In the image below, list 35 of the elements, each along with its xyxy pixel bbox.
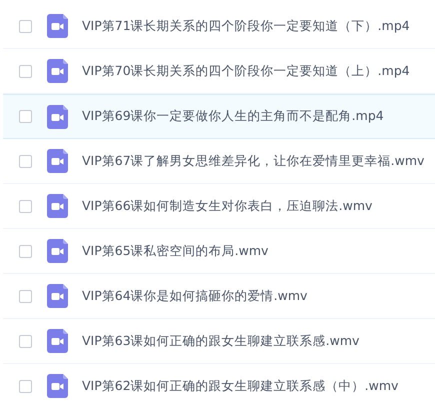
video-file-icon <box>47 374 68 398</box>
file-row[interactable]: VIP第65课私密空间的布局.wmv <box>3 229 435 274</box>
file-row[interactable]: VIP第62课如何正确的跟女生聊建立联系感（中）.wmv <box>3 364 435 406</box>
checkbox[interactable] <box>19 380 32 392</box>
file-name[interactable]: VIP第70课长期关系的四个阶段你一定要知道（上）.mp4 <box>82 62 410 80</box>
video-file-icon <box>47 59 68 83</box>
checkbox[interactable] <box>19 200 32 212</box>
file-row[interactable]: VIP第71课长期关系的四个阶段你一定要知道（下）.mp4 <box>3 4 435 49</box>
video-file-icon <box>47 194 68 218</box>
video-file-icon <box>47 329 68 353</box>
video-file-icon <box>47 284 68 308</box>
file-name[interactable]: VIP第69课你一定要做你人生的主角而不是配角.mp4 <box>82 108 384 125</box>
checkbox[interactable] <box>19 154 32 168</box>
video-file-icon <box>47 239 68 263</box>
video-file-icon <box>47 14 68 38</box>
checkbox[interactable] <box>19 64 32 78</box>
file-name[interactable]: VIP第64课你是如何搞砸你的爱情.wmv <box>82 288 308 304</box>
file-name[interactable]: VIP第62课如何正确的跟女生聊建立联系感（中）.wmv <box>82 378 398 394</box>
file-row[interactable]: VIP第66课如何制造女生对你表白，压迫聊法.wmv <box>3 184 435 229</box>
video-file-icon <box>47 104 68 128</box>
file-name[interactable]: VIP第67课了解男女思维差异化，让你在爱情里更幸福.wmv <box>82 152 424 170</box>
video-file-icon <box>47 149 68 173</box>
file-row[interactable]: VIP第67课了解男女思维差异化，让你在爱情里更幸福.wmv <box>3 139 435 184</box>
file-name[interactable]: VIP第66课如何制造女生对你表白，压迫聊法.wmv <box>82 198 372 214</box>
checkbox[interactable] <box>19 290 32 302</box>
file-name[interactable]: VIP第71课长期关系的四个阶段你一定要知道（下）.mp4 <box>82 18 410 34</box>
file-name[interactable]: VIP第65课私密空间的布局.wmv <box>82 242 268 260</box>
checkbox[interactable] <box>19 244 32 258</box>
file-name[interactable]: VIP第63课如何正确的跟女生聊建立联系感.wmv <box>82 332 360 350</box>
file-row[interactable]: VIP第63课如何正确的跟女生聊建立联系感.wmv <box>3 319 435 364</box>
file-row[interactable]: VIP第64课你是如何搞砸你的爱情.wmv <box>3 274 435 319</box>
file-row[interactable]: VIP第69课你一定要做你人生的主角而不是配角.mp4 <box>3 94 435 139</box>
checkbox[interactable] <box>19 334 32 348</box>
checkbox[interactable] <box>19 110 32 123</box>
checkbox[interactable] <box>19 20 32 32</box>
